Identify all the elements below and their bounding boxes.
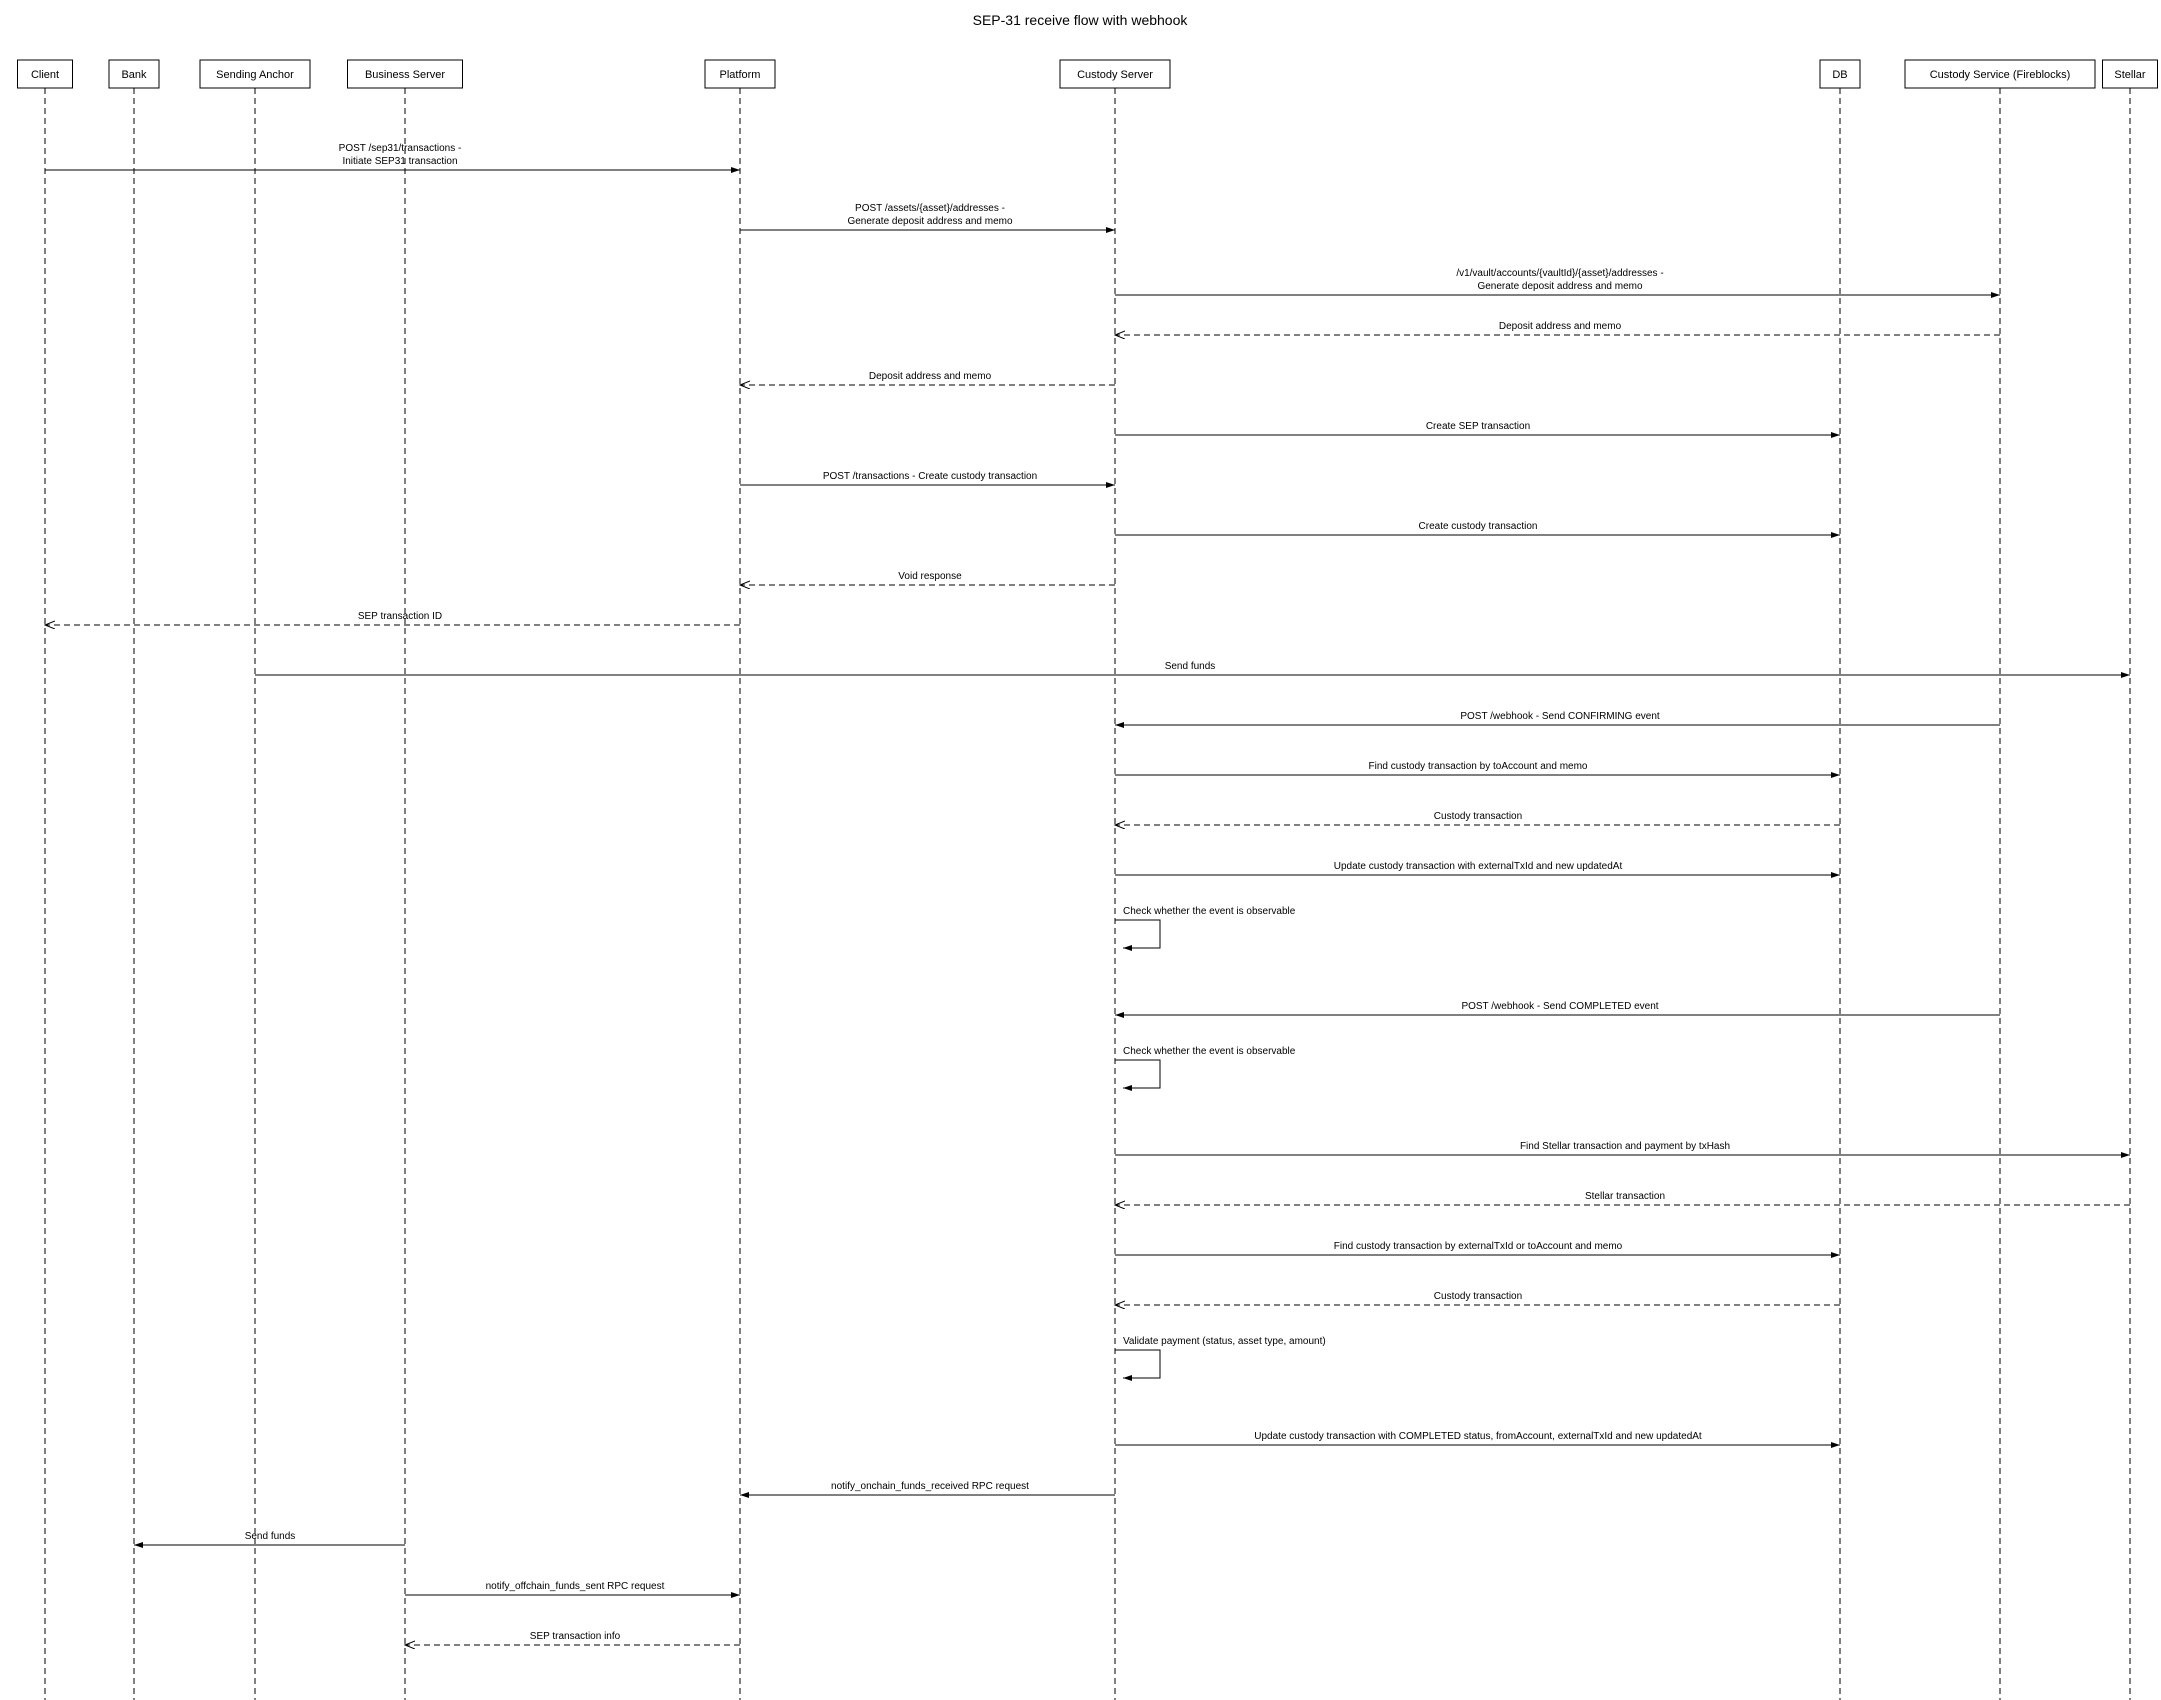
message-label: Update custody transaction with external…	[1334, 861, 1623, 872]
message-label: POST /transactions - Create custody tran…	[823, 471, 1037, 482]
message-label: Stellar transaction	[1585, 1191, 1665, 1202]
message-label: Initiate SEP31 transaction	[342, 156, 457, 167]
actor-label-bank: Bank	[121, 69, 147, 81]
message-label: Custody transaction	[1434, 1291, 1522, 1302]
self-message	[1115, 920, 1160, 948]
message-label: Deposit address and memo	[1499, 321, 1622, 332]
message-label: Void response	[898, 571, 962, 582]
message-label: Validate payment (status, asset type, am…	[1123, 1336, 1326, 1347]
message-label: Send funds	[1165, 661, 1216, 672]
self-message	[1115, 1060, 1160, 1088]
actor-label-sendingAnchor: Sending Anchor	[216, 69, 294, 81]
message-label: POST /webhook - Send COMPLETED event	[1461, 1001, 1658, 1012]
actor-label-stellar: Stellar	[2114, 69, 2146, 81]
diagram-title: SEP-31 receive flow with webhook	[973, 12, 1189, 28]
self-message	[1115, 1350, 1160, 1378]
message-label: notify_offchain_funds_sent RPC request	[486, 1581, 665, 1592]
actor-label-client: Client	[31, 69, 59, 81]
message-label: POST /assets/{asset}/addresses -	[855, 203, 1005, 214]
message-label: POST /sep31/transactions -	[339, 143, 462, 154]
message-label: Custody transaction	[1434, 811, 1522, 822]
message-label: notify_onchain_funds_received RPC reques…	[831, 1481, 1029, 1492]
actor-label-custody: Custody Server	[1077, 69, 1153, 81]
actor-label-db: DB	[1832, 69, 1847, 81]
sequence-diagram: SEP-31 receive flow with webhook Client B…	[0, 0, 2161, 1700]
message-label: Create custody transaction	[1419, 521, 1538, 532]
message-label: POST /webhook - Send CONFIRMING event	[1460, 711, 1660, 722]
actor-label-fireblocks: Custody Service (Fireblocks)	[1930, 69, 2071, 81]
message-label: Generate deposit address and memo	[847, 216, 1013, 227]
actor-label-platform: Platform	[720, 69, 761, 81]
message-label: SEP transaction info	[530, 1631, 621, 1642]
message-label: Update custody transaction with COMPLETE…	[1254, 1431, 1702, 1442]
message-label: Create SEP transaction	[1426, 421, 1530, 432]
message-label: Send funds	[245, 1531, 296, 1542]
message-label: Find Stellar transaction and payment by …	[1520, 1141, 1730, 1152]
message-label: Find custody transaction by toAccount an…	[1368, 761, 1587, 772]
message-label: Check whether the event is observable	[1123, 1046, 1296, 1057]
message-label: SEP transaction ID	[358, 611, 442, 622]
actor-label-businessServer: Business Server	[365, 69, 445, 81]
message-label: /v1/vault/accounts/{vaultId}/{asset}/add…	[1456, 268, 1663, 279]
message-label: Generate deposit address and memo	[1477, 281, 1643, 292]
message-label: Find custody transaction by externalTxId…	[1334, 1241, 1623, 1252]
message-label: Check whether the event is observable	[1123, 906, 1296, 917]
message-label: Deposit address and memo	[869, 371, 992, 382]
